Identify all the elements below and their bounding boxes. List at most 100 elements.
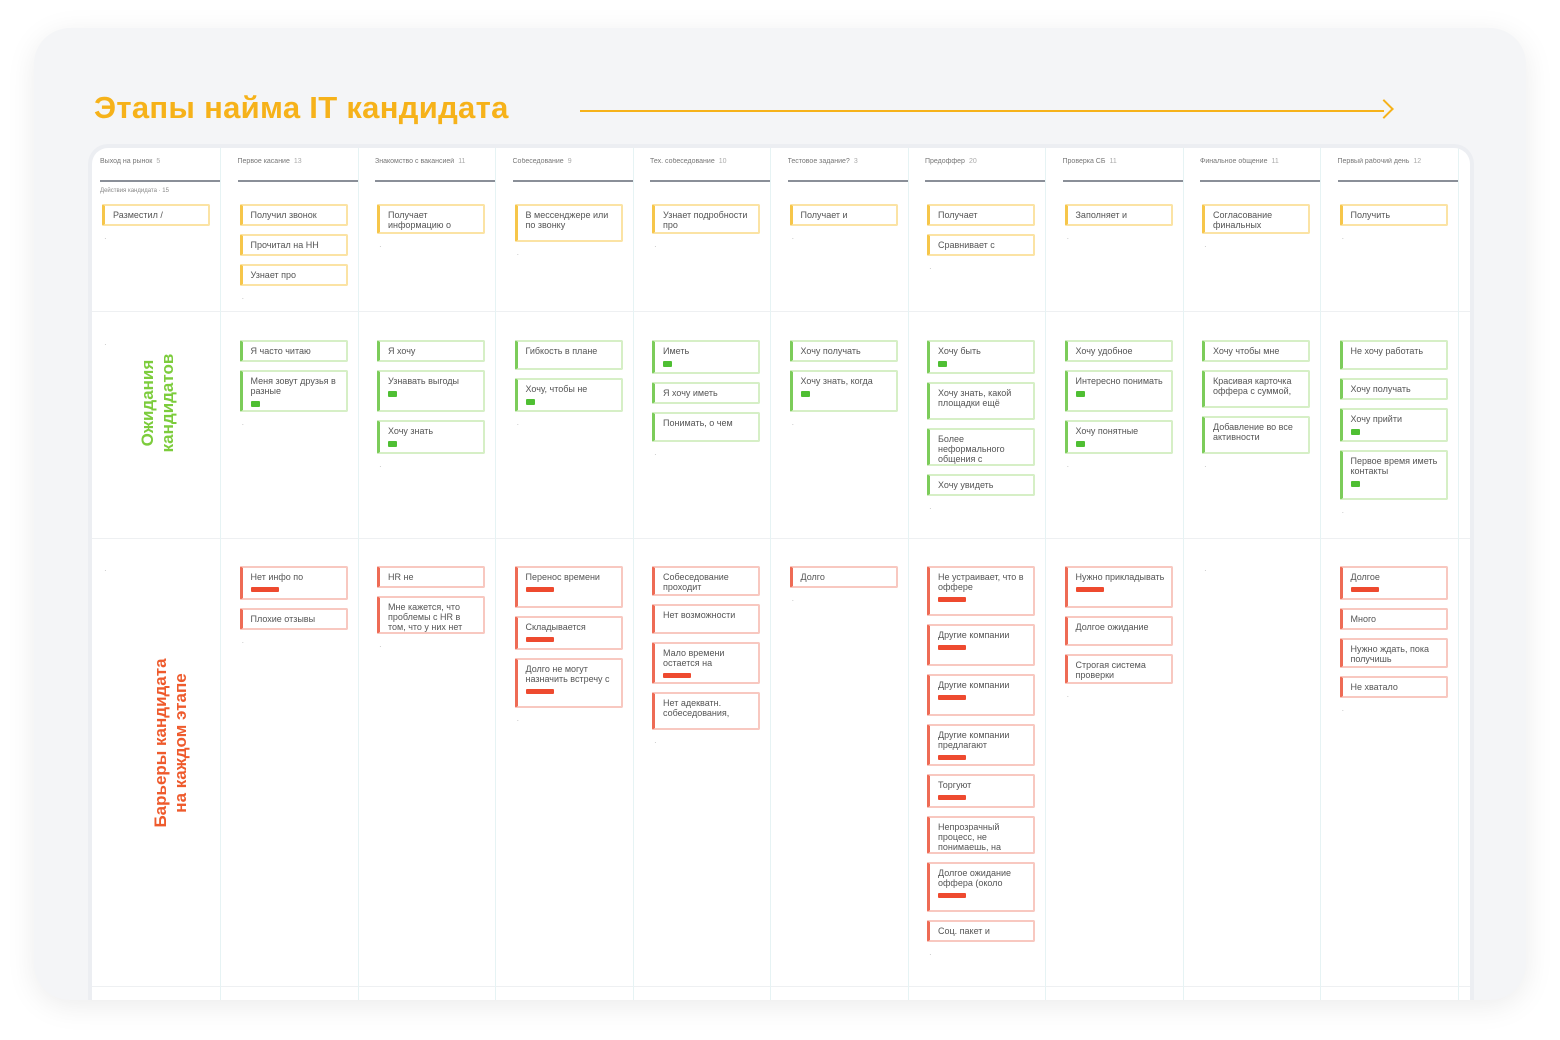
barriers-sticky[interactable]: Складывается: [514, 616, 623, 650]
barriers-sticky[interactable]: Нет инфо по: [239, 566, 348, 600]
expectations-sticky[interactable]: Иметь: [652, 340, 760, 374]
expectations-sticky[interactable]: Хочу получать: [1339, 378, 1448, 400]
add-card-handle[interactable]: ·: [654, 738, 657, 747]
stage-header[interactable]: Предоффер 20: [925, 158, 1045, 182]
barriers-sticky[interactable]: Другие компании предлагают: [927, 724, 1035, 766]
stage-header[interactable]: Проверка СБ 11: [1062, 158, 1183, 182]
expectations-sticky[interactable]: Я хочу иметь: [652, 382, 760, 404]
barriers-sticky[interactable]: Не хватало: [1339, 676, 1448, 698]
add-card-handle[interactable]: ·: [104, 566, 107, 575]
add-card-handle[interactable]: ·: [517, 716, 520, 725]
expectations-sticky[interactable]: Первое время иметь контакты: [1339, 450, 1448, 500]
expectations-sticky[interactable]: Понимать, о чем: [652, 412, 760, 442]
barriers-sticky[interactable]: Перенос времени: [514, 566, 623, 608]
add-card-handle[interactable]: ·: [242, 294, 245, 303]
add-card-handle[interactable]: ·: [1204, 566, 1207, 575]
add-card-handle[interactable]: ·: [379, 642, 382, 651]
add-card-handle[interactable]: ·: [792, 596, 795, 605]
add-card-handle[interactable]: ·: [517, 250, 520, 259]
journey-board[interactable]: Выход на рынок 5 Действия кандидата · 15 Ра…: [92, 148, 1470, 1000]
barriers-sticky[interactable]: Нужно прикладывать: [1064, 566, 1173, 608]
add-card-handle[interactable]: ·: [104, 340, 107, 349]
barriers-sticky[interactable]: Плохие отзывы: [239, 608, 348, 630]
expectations-sticky[interactable]: Хочу удобное: [1064, 340, 1173, 362]
expectations-sticky[interactable]: Интересно понимать: [1064, 370, 1173, 412]
expectations-sticky[interactable]: Хочу знать, когда: [789, 370, 898, 412]
barriers-sticky[interactable]: Собеседование проходит: [652, 566, 760, 596]
barriers-sticky[interactable]: Долго: [789, 566, 898, 588]
actions-sticky[interactable]: Получить: [1339, 204, 1448, 226]
actions-sticky[interactable]: В мессенджере или по звонку: [514, 204, 623, 242]
stage-header[interactable]: Выход на рынок 5: [100, 158, 220, 182]
barriers-sticky[interactable]: Строгая система проверки: [1064, 654, 1173, 684]
add-card-handle[interactable]: ·: [1204, 242, 1207, 251]
barriers-sticky[interactable]: Долгое: [1339, 566, 1448, 600]
expectations-sticky[interactable]: Хочу увидеть: [927, 474, 1035, 496]
barriers-sticky[interactable]: Нужно ждать, пока получишь: [1339, 638, 1448, 668]
actions-sticky[interactable]: Прочитал на HH: [239, 234, 348, 256]
barriers-sticky[interactable]: Непрозрачный процесс, не понимаешь, на: [927, 816, 1035, 854]
actions-sticky[interactable]: Согласование финальных: [1202, 204, 1310, 234]
barriers-sticky[interactable]: Нет возможности: [652, 604, 760, 634]
expectations-sticky[interactable]: Не хочу работать: [1339, 340, 1448, 370]
actions-sticky[interactable]: Узнает про: [239, 264, 348, 286]
barriers-sticky[interactable]: Торгуют: [927, 774, 1035, 808]
stage-header[interactable]: Тестовое задание? 3: [787, 158, 908, 182]
add-card-handle[interactable]: ·: [379, 462, 382, 471]
add-card-handle[interactable]: ·: [242, 420, 245, 429]
barriers-sticky[interactable]: Другие компании: [927, 624, 1035, 666]
add-card-handle[interactable]: ·: [1342, 234, 1345, 243]
stage-header[interactable]: Финальное общение 11: [1200, 158, 1320, 182]
barriers-sticky[interactable]: Не устраивает, что в оффере: [927, 566, 1035, 616]
add-card-handle[interactable]: ·: [379, 242, 382, 251]
add-card-handle[interactable]: ·: [929, 504, 932, 513]
barriers-sticky[interactable]: HR не: [377, 566, 485, 588]
expectations-sticky[interactable]: Хочу понятные: [1064, 420, 1173, 454]
expectations-sticky[interactable]: Хочу, чтобы не: [514, 378, 623, 412]
add-card-handle[interactable]: ·: [1067, 692, 1070, 701]
stage-header[interactable]: Знакомство с вакансией 11: [375, 158, 495, 182]
expectations-sticky[interactable]: Хочу быть: [927, 340, 1035, 374]
actions-sticky[interactable]: Получает: [927, 204, 1035, 226]
actions-sticky[interactable]: Получает и: [789, 204, 898, 226]
barriers-sticky[interactable]: Много: [1339, 608, 1448, 630]
add-card-handle[interactable]: ·: [792, 420, 795, 429]
barriers-sticky[interactable]: Долго не могут назначить встречу с: [514, 658, 623, 708]
barriers-sticky[interactable]: Мне кажется, что проблемы с HR в том, чт…: [377, 596, 485, 634]
barriers-sticky[interactable]: Мало времени остается на: [652, 642, 760, 684]
expectations-sticky[interactable]: Я хочу: [377, 340, 485, 362]
actions-sticky[interactable]: Узнает подробности про: [652, 204, 760, 234]
actions-sticky[interactable]: Получает информацию о: [377, 204, 485, 234]
actions-sticky[interactable]: Заполняет и: [1064, 204, 1173, 226]
actions-sticky[interactable]: Сравнивает с: [927, 234, 1035, 256]
add-card-handle[interactable]: ·: [1067, 234, 1070, 243]
expectations-sticky[interactable]: Я часто читаю: [239, 340, 348, 362]
add-card-handle[interactable]: ·: [929, 264, 932, 273]
add-card-handle[interactable]: ·: [1342, 706, 1345, 715]
expectations-sticky[interactable]: Добавление во все активности: [1202, 416, 1310, 454]
add-card-handle[interactable]: ·: [1204, 462, 1207, 471]
add-card-handle[interactable]: ·: [929, 950, 932, 959]
add-card-handle[interactable]: ·: [654, 242, 657, 251]
add-card-handle[interactable]: ·: [654, 450, 657, 459]
expectations-sticky[interactable]: Хочу получать: [789, 340, 898, 362]
add-card-handle[interactable]: ·: [104, 234, 107, 243]
add-card-handle[interactable]: ·: [1067, 462, 1070, 471]
add-card-handle[interactable]: ·: [1342, 508, 1345, 517]
add-card-handle[interactable]: ·: [792, 234, 795, 243]
stage-header[interactable]: Собеседование 9: [512, 158, 633, 182]
barriers-sticky[interactable]: Долгое ожидание: [1064, 616, 1173, 646]
expectations-sticky[interactable]: Более неформального общения с: [927, 428, 1035, 466]
expectations-sticky[interactable]: Красивая карточка оффера с суммой,: [1202, 370, 1310, 408]
barriers-sticky[interactable]: Нет адекватн. собеседования,: [652, 692, 760, 730]
expectations-sticky[interactable]: Гибкость в плане: [514, 340, 623, 370]
expectations-sticky[interactable]: Хочу знать: [377, 420, 485, 454]
actions-sticky[interactable]: Получил звонок: [239, 204, 348, 226]
barriers-sticky[interactable]: Соц. пакет и: [927, 920, 1035, 942]
stage-header[interactable]: Первое касание 13: [237, 158, 358, 182]
expectations-sticky[interactable]: Хочу прийти: [1339, 408, 1448, 442]
actions-sticky[interactable]: Разместил /: [102, 204, 210, 226]
expectations-sticky[interactable]: Хочу чтобы мне: [1202, 340, 1310, 362]
expectations-sticky[interactable]: Узнавать выгоды: [377, 370, 485, 412]
add-card-handle[interactable]: ·: [242, 638, 245, 647]
